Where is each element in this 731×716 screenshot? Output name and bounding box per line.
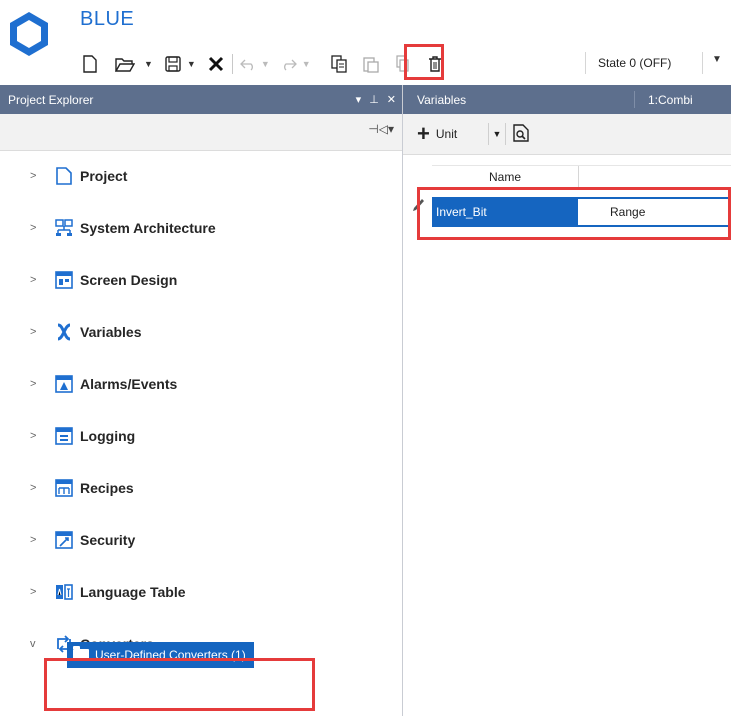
unit-dropdown-icon[interactable]: ▼ [488,123,506,145]
tab-variables[interactable]: Variables [417,93,466,107]
tree-item-label: Recipes [80,480,134,496]
unit-label: Unit [435,127,458,141]
tree-item-label: Screen Design [80,272,178,288]
state-dropdown-icon[interactable]: ▼ [712,54,722,65]
variable-name-cell[interactable]: Invert_Bit [436,205,487,219]
tree-item-label: Language Table [80,584,186,600]
app-logo-icon [10,12,48,56]
project-icon [54,166,74,186]
tree-item-label: Security [80,532,136,548]
variables-icon [54,322,74,342]
system-architecture-icon [54,218,74,238]
chevron-right-icon[interactable]: > [30,170,42,182]
security-icon [54,530,74,550]
state-label: State 0 (OFF) [598,56,672,70]
explorer-toolbar: ⊣◁▾ [0,114,402,151]
chevron-right-icon[interactable]: > [30,326,42,338]
chevron-right-icon[interactable]: > [30,482,42,494]
language-table-icon [54,582,74,602]
tree-item-label: Logging [80,428,136,444]
plus-icon: + [417,121,430,146]
panel-menu-icon[interactable]: ▾ [356,93,362,106]
chevron-right-icon[interactable]: > [30,430,42,442]
variables-header: Variables 1:Combi [403,85,731,114]
toolbar-separator [231,54,233,74]
duplicate-icon[interactable] [391,51,415,77]
tree-item-label: System Architecture [80,220,216,236]
variable-type-cell[interactable]: Range [578,199,731,225]
save-icon[interactable] [163,51,183,77]
chevron-right-icon[interactable]: > [30,274,42,286]
alarms-icon [54,374,74,394]
open-dropdown-icon[interactable]: ▼ [144,59,153,69]
paste-icon[interactable] [359,51,383,77]
redo-dropdown-icon[interactable]: ▼ [302,59,311,69]
folder-icon [73,646,89,661]
app-title: BLUE [80,8,135,30]
panel-pin-icon[interactable]: ⊥ [369,93,379,106]
panel-controls: ▾ ⊥ ✕ [356,85,396,114]
variables-toolbar: + Unit ▼ [403,114,731,155]
chevron-right-icon[interactable]: > [30,586,42,598]
tree-item-screen-design[interactable]: > Screen Design [0,267,177,293]
copy-icon[interactable] [327,51,351,77]
close-icon[interactable] [206,51,226,77]
save-dropdown-icon[interactable]: ▼ [187,59,196,69]
tree-item-logging[interactable]: > Logging [0,423,135,449]
delete-icon[interactable] [423,51,447,77]
chevron-down-icon[interactable]: v [30,638,42,650]
project-explorer-header: Project Explorer ▾ ⊥ ✕ [0,85,402,114]
project-explorer-panel: Project Explorer ▾ ⊥ ✕ ⊣◁▾ > Project > S… [0,85,403,716]
add-unit-button[interactable]: + Unit [417,122,457,146]
panel-close-icon[interactable]: ✕ [387,93,396,106]
state-selector[interactable]: State 0 (OFF) [585,52,703,74]
logging-icon [54,426,74,446]
variables-panel: Variables 1:Combi + Unit ▼ Name Invert_B… [403,85,731,716]
tree-item-label: Project [80,168,128,184]
undo-icon[interactable] [239,51,257,77]
toolbar: ▼ ▼ ▼ ▼ [80,50,447,78]
tab-combi[interactable]: 1:Combi [648,93,693,107]
tree-item-user-defined-converters[interactable]: User-Defined Converters (1) [67,642,254,668]
tree-item-system-architecture[interactable]: > System Architecture [0,215,216,241]
redo-icon[interactable] [280,51,298,77]
tree-item-project[interactable]: > Project [0,163,127,189]
undo-dropdown-icon[interactable]: ▼ [261,59,270,69]
tree-item-label: Variables [80,324,142,340]
chevron-right-icon[interactable]: > [30,222,42,234]
edit-pencil-icon [411,198,425,219]
app-toolbar-area: BLUE ▼ ▼ ▼ ▼ State 0 (OFF) ▼ [0,0,731,85]
tree-item-label: Alarms/Events [80,376,178,392]
open-folder-icon[interactable] [110,51,140,77]
panel-title: Project Explorer [8,92,94,107]
variables-grid: Name Invert_Bit Range [403,155,731,716]
chevron-right-icon[interactable]: > [30,378,42,390]
header-divider [634,91,635,108]
column-header-name[interactable]: Name [432,166,579,188]
tree-item-security[interactable]: > Security [0,527,135,553]
table-row[interactable]: Invert_Bit Range [432,197,731,227]
tree-item-label: User-Defined Converters (1) [95,648,246,662]
tree-item-variables[interactable]: > Variables [0,319,142,345]
auto-hide-pin-button[interactable]: ⊣◁▾ [368,122,394,136]
screen-design-icon [54,270,74,290]
chevron-right-icon[interactable]: > [30,534,42,546]
new-file-icon[interactable] [80,51,100,77]
tree-item-language-table[interactable]: > Language Table [0,579,186,605]
grid-header: Name [432,165,731,189]
tree-item-recipes[interactable]: > Recipes [0,475,134,501]
recipes-icon [54,478,74,498]
tree-item-alarms-events[interactable]: > Alarms/Events [0,371,177,397]
preview-icon[interactable] [513,124,529,147]
